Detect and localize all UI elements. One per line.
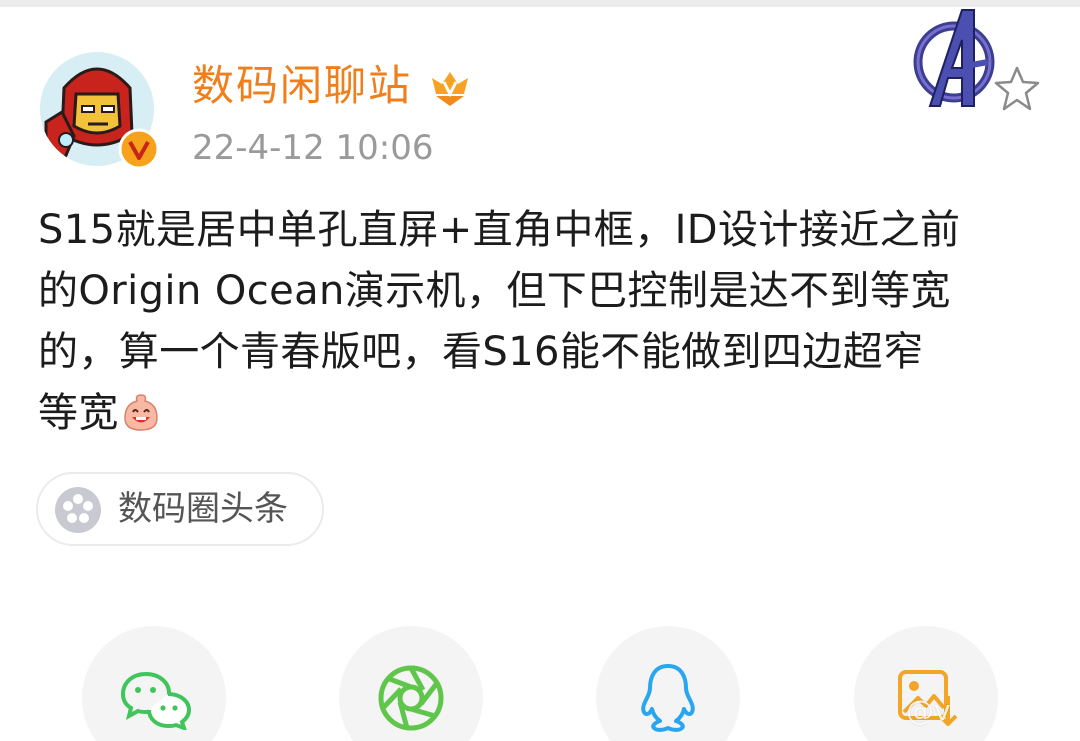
crown-badge-icon (432, 72, 468, 106)
post-text-line: 等宽 (38, 390, 119, 436)
favorite-star-icon[interactable] (992, 64, 1042, 114)
topic-flower-icon (55, 487, 101, 533)
post-text-line: 的，算一个青春版吧，看S16能不能做到四边超窄 (38, 329, 924, 375)
author-name[interactable]: 数码闲聊站 (192, 60, 412, 112)
share-wechat-button[interactable] (82, 626, 226, 741)
weibo-post-screen: 数码闲聊站 22-4-12 10:06 S15就是居中单孔直屏+直角中框，ID设… (0, 0, 1080, 741)
moments-icon (378, 665, 444, 731)
laughing-emoji-icon (124, 394, 158, 431)
topic-chip[interactable]: 数码圈头条 (36, 472, 324, 546)
post-body-text: S15就是居中单孔直屏+直角中框，ID设计接近之前 的Origin Ocean演… (38, 200, 1042, 444)
post-timestamp: 22-4-12 10:06 (192, 128, 434, 168)
topic-label: 数码圈头条 (118, 489, 288, 529)
post-text-line: 的Origin Ocean演示机，但下巴控制是达不到等宽 (38, 268, 951, 314)
qq-icon (641, 664, 695, 732)
share-moments-button[interactable] (339, 626, 483, 741)
post-text-line-last: 等宽 (38, 383, 1042, 444)
watermark-text: @v (906, 694, 951, 727)
post-text-line: S15就是居中单孔直屏+直角中框，ID设计接近之前 (38, 207, 961, 253)
wechat-icon (120, 671, 192, 730)
share-qq-button[interactable] (596, 626, 740, 741)
verified-v-badge-icon (118, 128, 160, 170)
avengers-logo-icon (913, 9, 995, 107)
